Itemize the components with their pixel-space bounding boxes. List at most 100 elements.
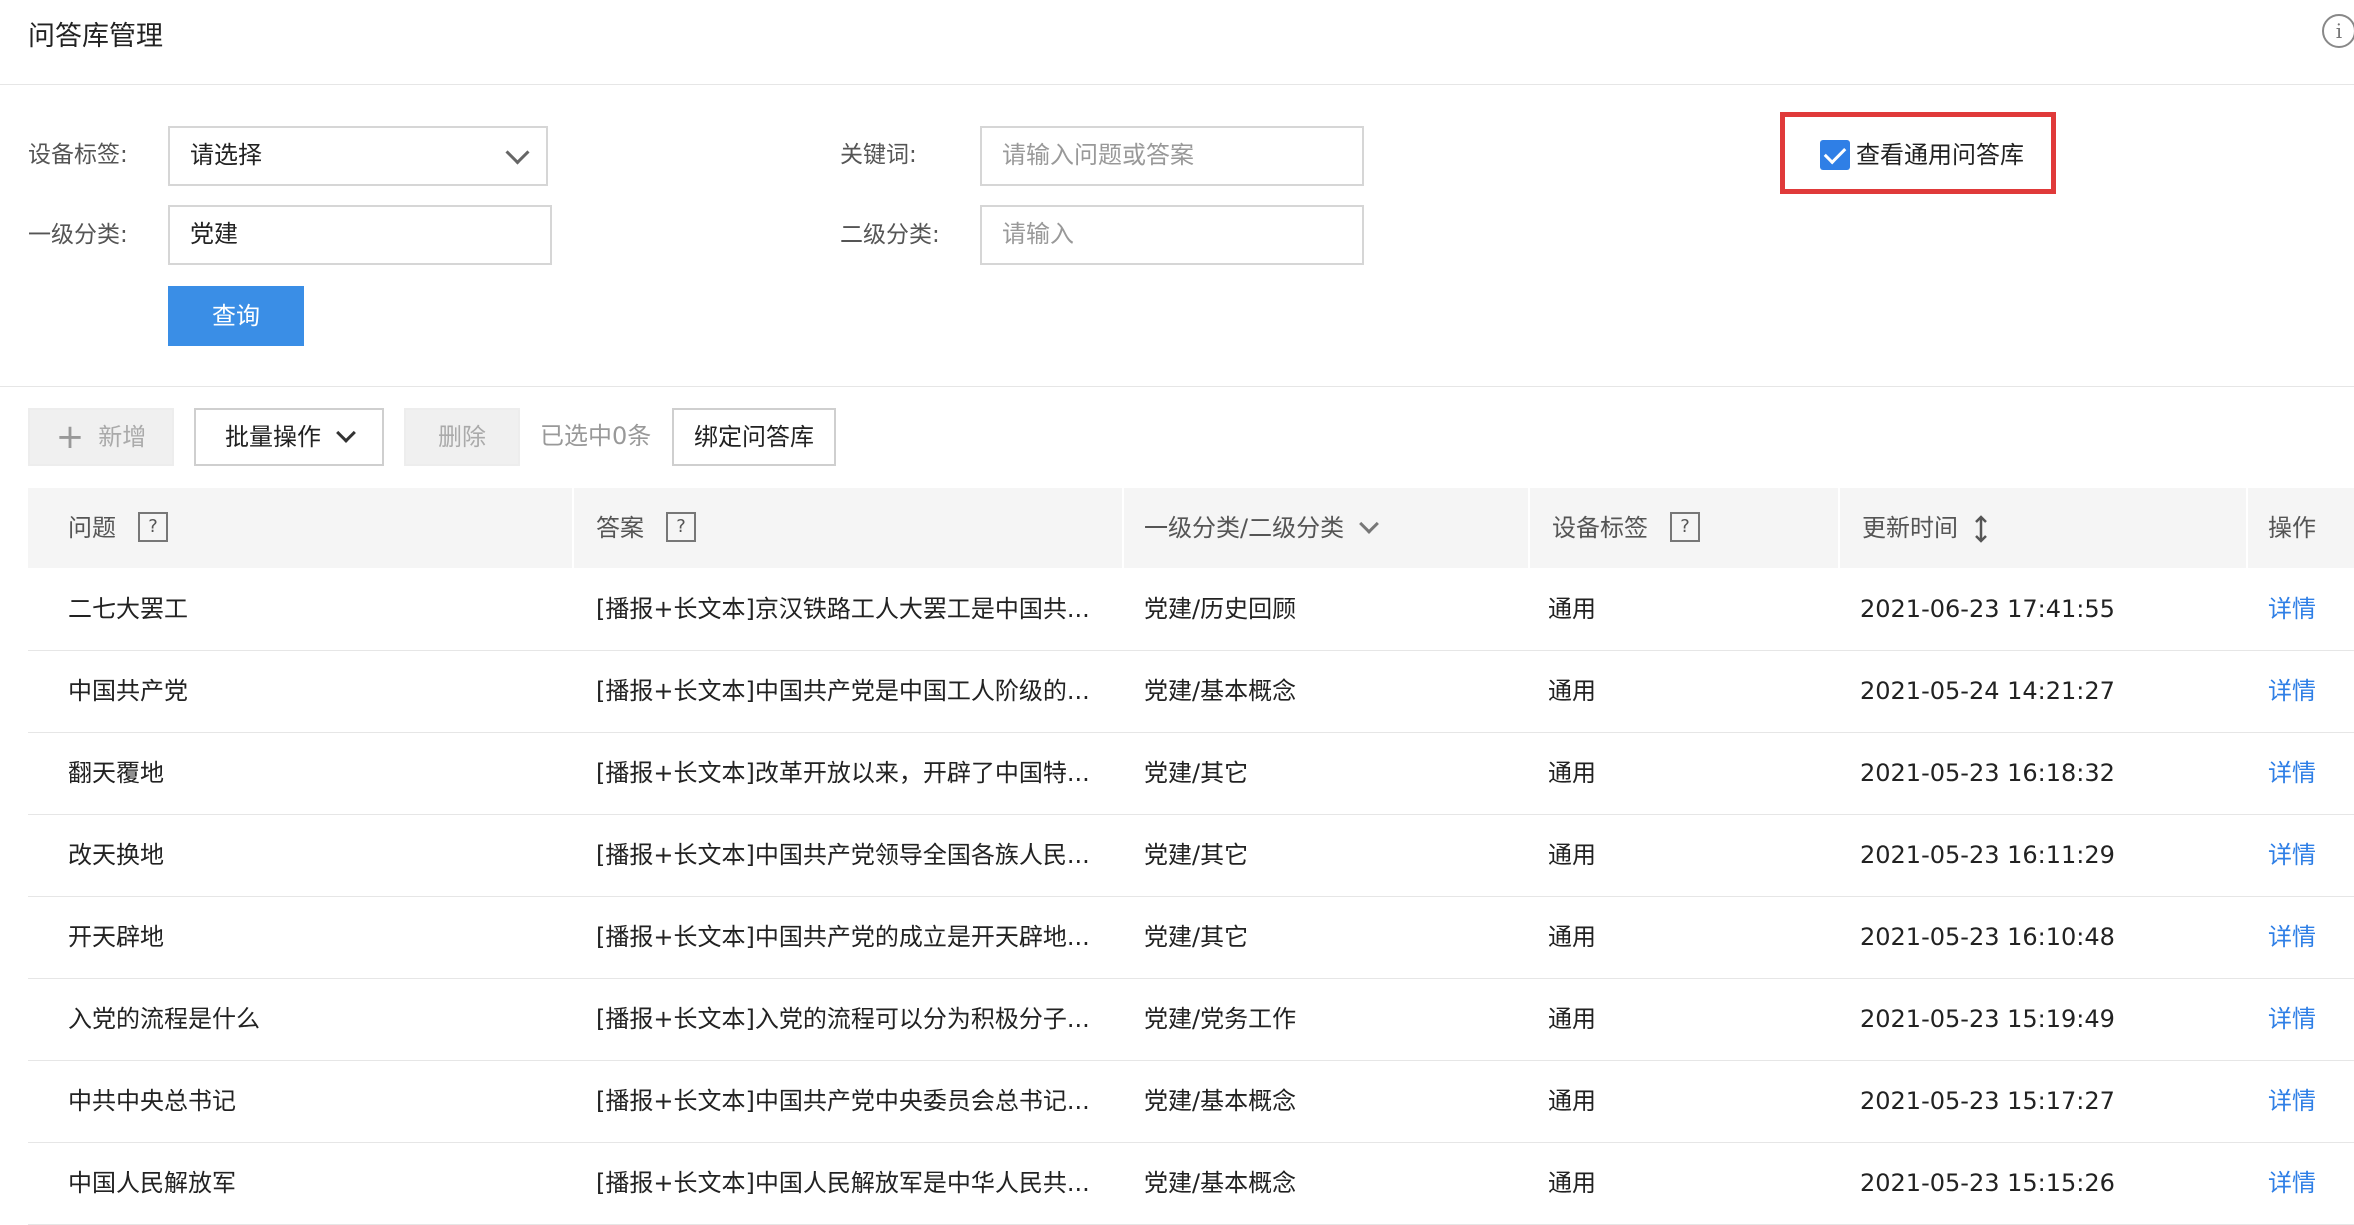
table-row[interactable]: 翻天覆地 [播报+长文本]改革开放以来，开辟了中国特... 党建/其它 通用 2021-… — [28, 732, 2354, 815]
question-cell: 二七大罢工 — [68, 595, 188, 623]
category2-input[interactable]: 请输入 — [980, 205, 1364, 265]
update-time-cell: 2021-05-23 15:15:26 — [1860, 1169, 2115, 1197]
chevron-down-icon — [1359, 514, 1379, 534]
question-cell: 改天换地 — [68, 841, 164, 869]
chevron-down-icon — [336, 423, 356, 443]
device-tag-select-value: 请选择 — [190, 141, 262, 169]
filter-divider — [0, 386, 2354, 387]
answer-cell: [播报+长文本]中国人民解放军是中华人民共... — [596, 1169, 1090, 1197]
update-time-cell: 2021-05-23 15:19:49 — [1860, 1005, 2115, 1033]
device-tag-cell: 通用 — [1548, 1087, 1596, 1115]
column-question-label: 问题 — [68, 514, 116, 542]
table-row[interactable]: 开天辟地 [播报+长文本]中国共产党的成立是开天辟地... 党建/其它 通用 2021-… — [28, 896, 2354, 979]
delete-button[interactable]: 删除 — [404, 408, 520, 466]
table-row[interactable]: 中国人民解放军 [播报+长文本]中国人民解放军是中华人民共... 党建/基本概念 通用… — [28, 1142, 2354, 1225]
update-time-cell: 2021-05-23 15:17:27 — [1860, 1087, 2115, 1115]
update-time-cell: 2021-05-24 14:21:27 — [1860, 677, 2115, 705]
detail-link[interactable]: 详情 — [2268, 896, 2316, 978]
device-tag-cell: 通用 — [1548, 1169, 1596, 1197]
update-time-cell: 2021-05-23 16:11:29 — [1860, 841, 2115, 869]
category-cell: 党建/其它 — [1144, 923, 1249, 951]
sort-icon[interactable] — [1972, 514, 1990, 544]
table-row[interactable]: 二七大罢工 [播报+长文本]京汉铁路工人大罢工是中国共... 党建/历史回顾 通用 20… — [28, 568, 2354, 651]
column-category-label: 一级分类/二级分类 — [1144, 514, 1345, 542]
column-separator — [572, 488, 574, 568]
update-time-cell: 2021-06-23 17:41:55 — [1860, 595, 2115, 623]
column-question: 问题? — [68, 488, 168, 568]
table-row[interactable]: 入党的流程是什么 [播报+长文本]入党的流程可以分为积极分子... 党建/党务工作 通… — [28, 978, 2354, 1061]
bind-library-button[interactable]: 绑定问答库 — [672, 408, 836, 466]
column-separator — [1122, 488, 1124, 568]
device-tag-select[interactable]: 请选择 — [168, 126, 548, 186]
detail-link[interactable]: 详情 — [2268, 650, 2316, 732]
add-button-label: 新增 — [98, 423, 147, 451]
column-update-time-label: 更新时间 — [1862, 514, 1958, 542]
question-cell: 翻天覆地 — [68, 759, 164, 787]
device-tag-cell: 通用 — [1548, 1005, 1596, 1033]
column-device-tag-label: 设备标签 — [1552, 514, 1648, 542]
column-update-time[interactable]: 更新时间 — [1862, 488, 1990, 568]
detail-link[interactable]: 详情 — [2268, 1142, 2316, 1224]
category-cell: 党建/党务工作 — [1144, 1005, 1297, 1033]
detail-link[interactable]: 详情 — [2268, 814, 2316, 896]
query-button[interactable]: 查询 — [168, 286, 304, 346]
category1-input[interactable]: 党建 — [168, 205, 552, 265]
column-separator — [1528, 488, 1530, 568]
answer-cell: [播报+长文本]京汉铁路工人大罢工是中国共... — [596, 595, 1090, 623]
column-device-tag: 设备标签? — [1552, 488, 1700, 568]
answer-cell: [播报+长文本]中国共产党中央委员会总书记... — [596, 1087, 1090, 1115]
table-row[interactable]: 中共中央总书记 [播报+长文本]中国共产党中央委员会总书记... 党建/基本概念 通用… — [28, 1060, 2354, 1143]
detail-link[interactable]: 详情 — [2268, 732, 2316, 814]
category1-label: 一级分类: — [28, 222, 128, 248]
answer-cell: [播报+长文本]中国共产党的成立是开天辟地... — [596, 923, 1090, 951]
header-divider — [0, 84, 2354, 85]
help-icon[interactable]: ? — [138, 512, 168, 542]
info-icon[interactable]: i — [2322, 14, 2354, 48]
detail-link[interactable]: 详情 — [2268, 568, 2316, 650]
column-action: 操作 — [2268, 514, 2316, 542]
answer-cell: [播报+长文本]改革开放以来，开辟了中国特... — [596, 759, 1090, 787]
category-cell: 党建/基本概念 — [1144, 1169, 1297, 1197]
category-cell: 党建/历史回顾 — [1144, 595, 1297, 623]
selected-count: 已选中0条 — [540, 422, 652, 450]
keyword-input[interactable]: 请输入问题或答案 — [980, 126, 1364, 186]
answer-cell: [播报+长文本]入党的流程可以分为积极分子... — [596, 1005, 1090, 1033]
keyword-label: 关键词: — [840, 142, 917, 168]
question-cell: 中国共产党 — [68, 677, 188, 705]
column-category[interactable]: 一级分类/二级分类 — [1144, 488, 1379, 568]
category-cell: 党建/其它 — [1144, 759, 1249, 787]
column-answer: 答案? — [596, 488, 696, 568]
update-time-cell: 2021-05-23 16:18:32 — [1860, 759, 2115, 787]
category2-label: 二级分类: — [840, 222, 940, 248]
plus-icon: + — [55, 417, 85, 457]
help-icon[interactable]: ? — [666, 512, 696, 542]
answer-cell: [播报+长文本]中国共产党是中国工人阶级的... — [596, 677, 1090, 705]
detail-link[interactable]: 详情 — [2268, 978, 2316, 1060]
answer-cell: [播报+长文本]中国共产党领导全国各族人民... — [596, 841, 1090, 869]
device-tag-label: 设备标签: — [28, 142, 128, 168]
question-cell: 入党的流程是什么 — [68, 1005, 260, 1033]
device-tag-cell: 通用 — [1548, 595, 1596, 623]
category-cell: 党建/基本概念 — [1144, 1087, 1297, 1115]
view-common-checkbox[interactable] — [1820, 140, 1850, 170]
column-separator — [1838, 488, 1840, 568]
add-button[interactable]: + 新增 — [28, 408, 174, 466]
question-cell: 中共中央总书记 — [68, 1087, 236, 1115]
table-row[interactable]: 改天换地 [播报+长文本]中国共产党领导全国各族人民... 党建/其它 通用 2021-… — [28, 814, 2354, 897]
chevron-down-icon — [505, 140, 530, 165]
table-header: 问题? 答案? 一级分类/二级分类 设备标签? 更新时间 操作 — [28, 488, 2354, 568]
question-cell: 中国人民解放军 — [68, 1169, 236, 1197]
page-title: 问答库管理 — [28, 21, 163, 52]
batch-operation-dropdown[interactable]: 批量操作 — [194, 408, 384, 466]
question-cell: 开天辟地 — [68, 923, 164, 951]
device-tag-cell: 通用 — [1548, 923, 1596, 951]
column-answer-label: 答案 — [596, 514, 644, 542]
update-time-cell: 2021-05-23 16:10:48 — [1860, 923, 2115, 951]
help-icon[interactable]: ? — [1670, 512, 1700, 542]
detail-link[interactable]: 详情 — [2268, 1060, 2316, 1142]
view-common-label[interactable]: 查看通用问答库 — [1856, 137, 2024, 173]
column-separator — [2246, 488, 2248, 568]
category-cell: 党建/其它 — [1144, 841, 1249, 869]
table-row[interactable]: 中国共产党 [播报+长文本]中国共产党是中国工人阶级的... 党建/基本概念 通用 20… — [28, 650, 2354, 733]
device-tag-cell: 通用 — [1548, 841, 1596, 869]
